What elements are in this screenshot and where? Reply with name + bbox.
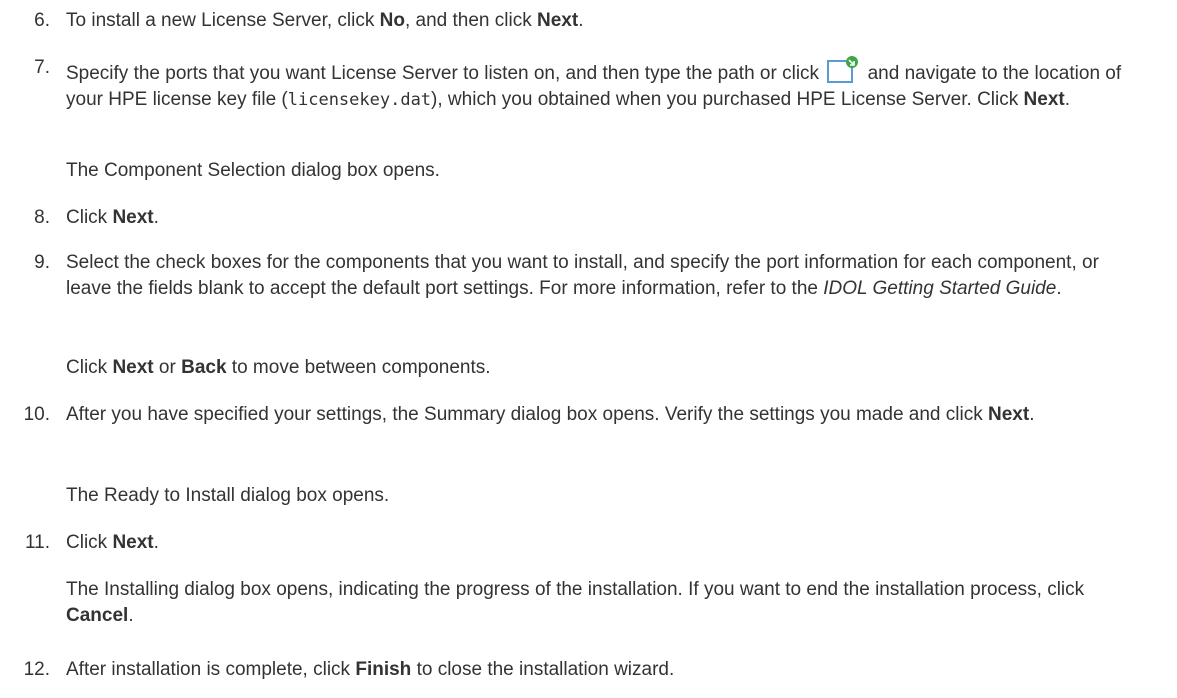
ui-label-back: Back: [181, 357, 227, 378]
step-7-note: The Component Selection dialog box opens…: [66, 160, 440, 181]
step-number: 12.: [23, 659, 50, 680]
step-text: Select the check boxes for the component…: [66, 252, 1099, 299]
ui-label-next: Next: [1023, 89, 1065, 110]
filename-code: licensekey.dat: [287, 90, 432, 110]
step-11-note: The Installing dialog box opens, indicat…: [66, 579, 1085, 626]
step-number: 11.: [24, 532, 50, 553]
step-number: 7.: [34, 57, 50, 78]
ui-label-next: Next: [112, 532, 154, 553]
step-text: To install a new License Server, click N…: [66, 10, 584, 31]
step-number: 10.: [23, 404, 50, 425]
ui-label-next: Next: [112, 357, 154, 378]
ui-label-cancel: Cancel: [66, 605, 129, 626]
step-text: After installation is complete, click Fi…: [66, 659, 675, 680]
step-text: After you have specified your settings, …: [66, 404, 1035, 425]
ui-label-next: Next: [537, 10, 579, 31]
step-number: 6.: [34, 10, 50, 31]
document-page: 6. To install a new License Server, clic…: [0, 0, 1177, 698]
ui-label-next: Next: [988, 404, 1030, 425]
ui-label-finish: Finish: [355, 659, 412, 680]
ui-label-no: No: [379, 10, 405, 31]
browse-file-icon: [826, 55, 860, 85]
step-10-note: The Ready to Install dialog box opens.: [66, 485, 390, 506]
step-number: 8.: [34, 207, 50, 228]
step-number: 9.: [34, 252, 50, 273]
step-text: Click Next.: [66, 532, 159, 553]
guide-title: IDOL Getting Started Guide: [823, 278, 1057, 299]
step-text: Click Next.: [66, 207, 159, 228]
step-text: Specify the ports that you want License …: [66, 55, 1126, 113]
ui-label-next: Next: [112, 207, 154, 228]
step-9-note: Click Next or Back to move between compo…: [66, 357, 491, 378]
